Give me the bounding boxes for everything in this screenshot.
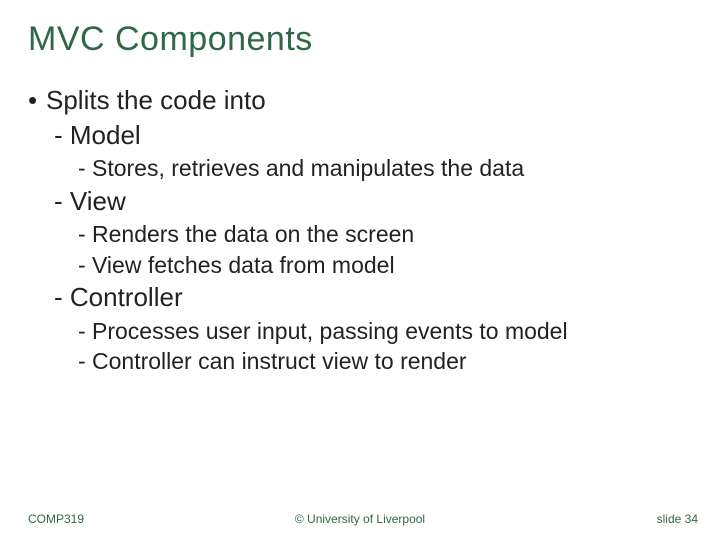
bullet-controller-sub-0: -Processes user input, passing events to…: [78, 318, 690, 346]
bullet-top: •Splits the code into: [28, 85, 690, 116]
dash-icon: -: [78, 155, 92, 183]
bullet-model-sub-0-text: Stores, retrieves and manipulates the da…: [92, 155, 524, 183]
dash-icon: -: [78, 221, 92, 249]
dash-icon: -: [78, 318, 92, 346]
bullet-controller-sub-1-text: Controller can instruct view to render: [92, 348, 467, 376]
slide: MVC Components •Splits the code into - M…: [0, 0, 720, 540]
bullet-controller-label: Controller: [70, 282, 183, 312]
bullet-view-sub-1-text: View fetches data from model: [92, 252, 395, 280]
slide-body: •Splits the code into - Model -Stores, r…: [28, 85, 690, 379]
bullet-model: - Model: [54, 120, 690, 151]
bullet-view-label: View: [70, 186, 126, 216]
bullet-model-sub-0: -Stores, retrieves and manipulates the d…: [78, 155, 690, 183]
bullet-dot-icon: •: [28, 85, 46, 116]
dash-icon: -: [78, 252, 92, 280]
bullet-top-text: Splits the code into: [46, 85, 266, 115]
bullet-view-sub-0-text: Renders the data on the screen: [92, 221, 414, 249]
bullet-view-sub-1: -View fetches data from model: [78, 252, 690, 280]
bullet-view-sub-0: -Renders the data on the screen: [78, 221, 690, 249]
bullet-model-label: Model: [70, 120, 141, 150]
footer-right: slide 34: [657, 512, 698, 526]
dash-icon: -: [78, 348, 92, 376]
bullet-view: - View: [54, 186, 690, 217]
slide-title: MVC Components: [28, 20, 313, 59]
bullet-controller-sub-1: -Controller can instruct view to render: [78, 348, 690, 376]
footer-center: © University of Liverpool: [0, 512, 720, 526]
bullet-controller: - Controller: [54, 282, 690, 313]
bullet-controller-sub-0-text: Processes user input, passing events to …: [92, 318, 568, 346]
footer: COMP319 © University of Liverpool slide …: [0, 508, 720, 526]
